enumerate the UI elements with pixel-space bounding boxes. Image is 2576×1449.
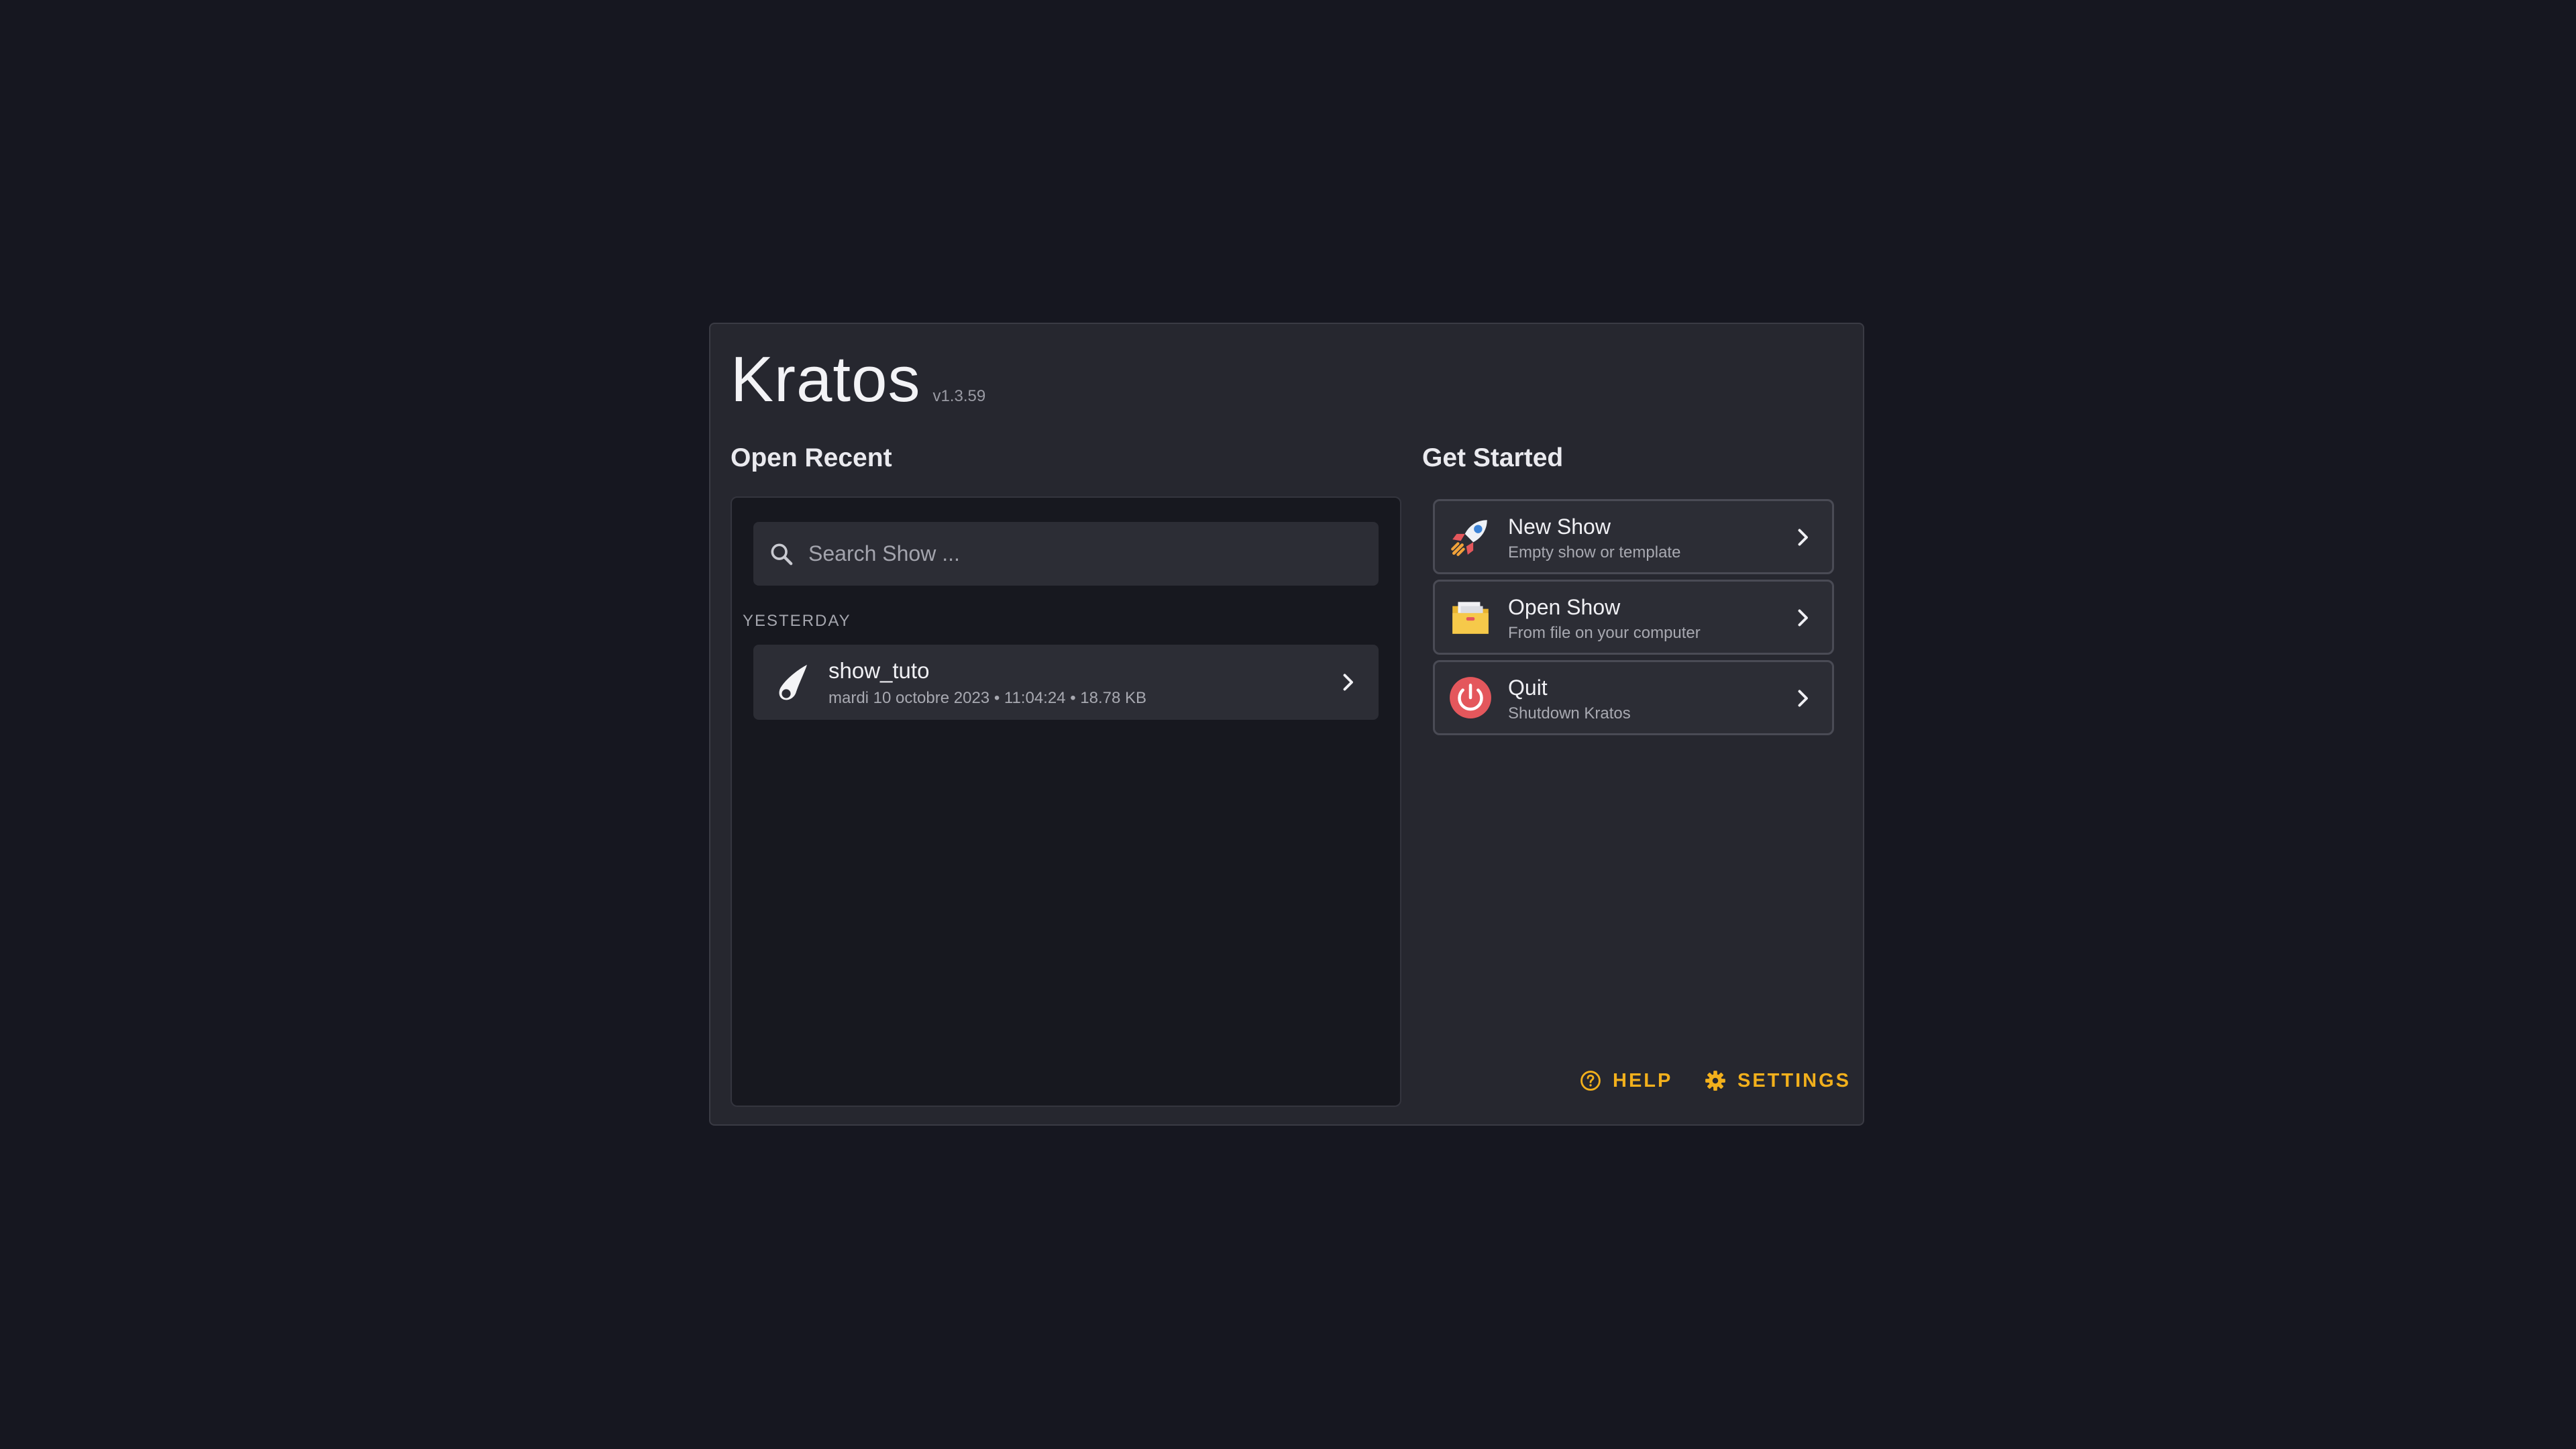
recent-item-name: show_tuto: [828, 658, 930, 683]
quit-subtitle: Shutdown Kratos: [1508, 704, 1631, 722]
recent-item-text: show_tuto mardi 10 octobre 2023 • 11:04:…: [828, 658, 1146, 708]
app-title: Kratos: [731, 343, 921, 415]
search-input[interactable]: [807, 541, 1360, 567]
search-box[interactable]: [753, 522, 1379, 586]
new-show-title: New Show: [1508, 515, 1611, 539]
quit-title: Quit: [1508, 676, 1548, 700]
recent-item-show-tuto[interactable]: show_tuto mardi 10 octobre 2023 • 11:04:…: [753, 645, 1379, 720]
folder-icon: [1452, 602, 1489, 634]
get-started-heading: Get Started: [1422, 443, 1564, 472]
chevron-right-icon: [1798, 609, 1808, 627]
new-show-subtitle: Empty show or template: [1508, 543, 1681, 561]
open-show-title: Open Show: [1508, 595, 1621, 619]
chevron-right-icon: [1798, 690, 1808, 707]
help-button[interactable]: HELP: [1579, 1069, 1672, 1092]
search-icon: [771, 543, 793, 565]
gear-icon: [1705, 1071, 1725, 1091]
start-dialog: Kratos v1.3.59 Open Recent Get Started Y…: [709, 323, 1864, 1126]
title-row: Kratos v1.3.59: [731, 343, 985, 417]
open-show-text: Open Show From file on your computer: [1508, 595, 1701, 643]
settings-button[interactable]: SETTINGS: [1704, 1069, 1851, 1092]
open-show-button[interactable]: Open Show From file on your computer: [1433, 580, 1834, 655]
power-icon: [1450, 677, 1491, 718]
recent-panel: YESTERDAY show_tuto mardi 10 octobre 202…: [731, 496, 1401, 1107]
chevron-right-icon: [1798, 529, 1808, 546]
recent-item-meta: mardi 10 octobre 2023 • 11:04:24 • 18.78…: [828, 689, 1147, 707]
chevron-right-icon: [1343, 674, 1353, 691]
comet-icon: [779, 665, 807, 700]
new-show-text: New Show Empty show or template: [1508, 515, 1680, 562]
help-circle-icon: [1580, 1071, 1601, 1091]
rocket-icon: [1451, 520, 1487, 556]
app-version: v1.3.59: [932, 387, 986, 405]
open-show-subtitle: From file on your computer: [1508, 624, 1701, 642]
new-show-button[interactable]: New Show Empty show or template: [1433, 499, 1834, 574]
open-recent-heading: Open Recent: [731, 443, 892, 472]
help-label: HELP: [1613, 1069, 1673, 1091]
settings-label: SETTINGS: [1737, 1069, 1851, 1091]
group-label-yesterday: YESTERDAY: [743, 612, 851, 630]
quit-button[interactable]: Quit Shutdown Kratos: [1433, 660, 1834, 735]
quit-text: Quit Shutdown Kratos: [1508, 676, 1631, 723]
